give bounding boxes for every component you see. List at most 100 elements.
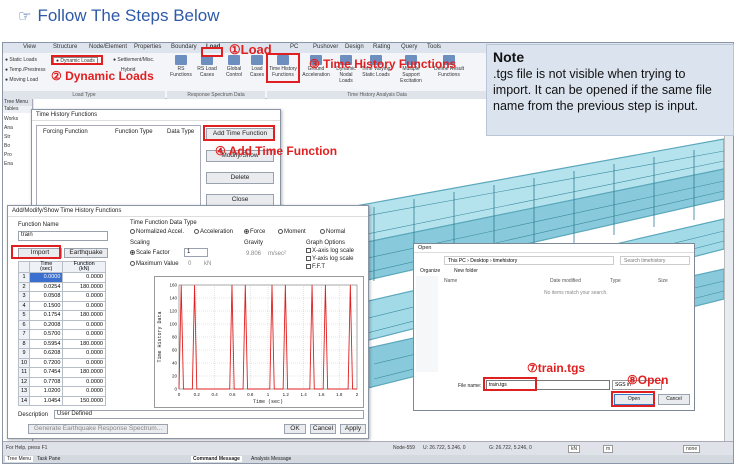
col-name[interactable]: Name: [444, 278, 457, 284]
rs-load-cases-button[interactable]: RS Load Cases: [195, 55, 219, 78]
col-size[interactable]: Size: [658, 278, 668, 284]
function-cell[interactable]: 0.0000: [62, 329, 106, 340]
table-row[interactable]: 2 0.0254 180.0000: [17, 281, 106, 292]
address-bar[interactable]: This PC › Desktop › timehistory: [444, 256, 614, 265]
ylog-checkbox[interactable]: Y-axis log scale: [306, 256, 353, 262]
tree-item[interactable]: Bo: [4, 142, 31, 151]
tables-tab[interactable]: Tables: [3, 106, 32, 113]
table-row[interactable]: 10 0.7200 0.0000: [17, 357, 106, 368]
menu-node-element[interactable]: Node/Element: [89, 44, 127, 50]
function-cell[interactable]: 0.0000: [62, 272, 106, 283]
table-row[interactable]: 12 0.7708 0.0000: [17, 376, 106, 387]
max-value-input[interactable]: 0: [188, 261, 191, 267]
menu-query[interactable]: Query: [401, 44, 417, 50]
tree-menu-tab[interactable]: Tree Menu: [3, 99, 32, 106]
menu-properties[interactable]: Properties: [134, 44, 161, 50]
nav-pane[interactable]: [416, 276, 438, 372]
function-cell[interactable]: 180.0000: [62, 367, 106, 378]
time-cell[interactable]: 0.7200: [29, 357, 64, 368]
unit-select[interactable]: kN: [568, 445, 581, 453]
function-cell[interactable]: 150.0000: [62, 395, 106, 406]
thf-list[interactable]: Forcing Function Function Type Data Type: [36, 125, 201, 215]
function-cell[interactable]: 180.0000: [62, 310, 106, 321]
menu-design[interactable]: Design: [345, 44, 364, 50]
menu-tools[interactable]: Tools: [427, 44, 441, 50]
time-cell[interactable]: 0.5954: [29, 338, 64, 349]
path-part[interactable]: timehistory: [493, 258, 517, 264]
time-cell[interactable]: 0.6208: [29, 348, 64, 359]
time-cell[interactable]: 0.5700: [29, 329, 64, 340]
table-row[interactable]: 6 0.2008 0.0000: [17, 319, 106, 330]
tree-item[interactable]: Works: [4, 115, 31, 124]
tree-item[interactable]: Ana: [4, 124, 31, 133]
time-cell[interactable]: 0.1754: [29, 310, 64, 321]
cancel-button[interactable]: Cancel: [310, 424, 336, 434]
function-name-input[interactable]: train: [18, 231, 108, 241]
menu-view[interactable]: View: [23, 44, 36, 50]
time-cell[interactable]: 1.0200: [29, 386, 64, 397]
function-cell[interactable]: 180.0000: [62, 338, 106, 349]
function-cell[interactable]: 0.0000: [62, 319, 106, 330]
unit2-select[interactable]: m: [603, 445, 614, 453]
function-cell[interactable]: 180.0000: [62, 281, 106, 292]
menu-pc[interactable]: PC: [290, 44, 298, 50]
scale-factor-input[interactable]: 1: [184, 248, 208, 257]
function-cell[interactable]: 0.0000: [62, 300, 106, 311]
function-cell[interactable]: 0.0000: [62, 376, 106, 387]
time-cell[interactable]: 1.0454: [29, 395, 64, 406]
menu-structure[interactable]: Structure: [53, 44, 77, 50]
radio-moment[interactable]: Moment: [278, 229, 306, 235]
col-type[interactable]: Type: [610, 278, 621, 284]
scale-factor-radio[interactable]: Scale Factor: [130, 250, 170, 256]
table-row[interactable]: 8 0.5954 180.0000: [17, 338, 106, 349]
table-row[interactable]: 7 0.5700 0.0000: [17, 329, 106, 340]
radio-force[interactable]: Force: [244, 229, 265, 235]
time-cell[interactable]: 0.0000: [29, 272, 64, 283]
tab-tree-menu[interactable]: Tree Menu: [5, 456, 33, 462]
settlement-item[interactable]: ● Settlement/Misc.: [113, 57, 154, 63]
open-cancel-button[interactable]: Cancel: [658, 394, 690, 405]
global-control-button[interactable]: Global Control: [222, 55, 246, 78]
rs-functions-button[interactable]: RS Functions: [169, 55, 193, 78]
tree-item[interactable]: Ena: [4, 160, 31, 169]
tab-command-message[interactable]: Command Message: [191, 456, 242, 462]
time-cell[interactable]: 0.1500: [29, 300, 64, 311]
menu-boundary[interactable]: Boundary: [171, 44, 197, 50]
delete-button[interactable]: Delete: [206, 172, 274, 184]
table-row[interactable]: 4 0.1500 0.0000: [17, 300, 106, 311]
table-row[interactable]: 13 1.0200 0.0000: [17, 386, 106, 397]
function-cell[interactable]: 0.0000: [62, 348, 106, 359]
max-value-radio[interactable]: Maximum Value: [130, 261, 179, 267]
table-row[interactable]: 3 0.0508 0.0000: [17, 291, 106, 302]
table-row[interactable]: 11 0.7454 180.0000: [17, 367, 106, 378]
radio-acceleration[interactable]: Acceleration: [194, 229, 233, 235]
search-input[interactable]: Search timehistory: [620, 256, 690, 265]
time-cell[interactable]: 0.7708: [29, 376, 64, 387]
radio-normal[interactable]: Normal: [320, 229, 345, 235]
static-loads-item[interactable]: ● Static Loads: [5, 57, 37, 63]
time-cell[interactable]: 0.2008: [29, 319, 64, 330]
fft-checkbox[interactable]: F.F.T: [306, 264, 325, 270]
menu-rating[interactable]: Rating: [373, 44, 390, 50]
radio-normalized-accel[interactable]: Normalized Accel.: [130, 229, 184, 235]
tree-item[interactable]: Pro: [4, 151, 31, 160]
load-cases-button[interactable]: Load Cases: [248, 55, 266, 78]
path-part[interactable]: This PC: [448, 258, 466, 264]
moving-load-item[interactable]: ● Moving Load: [5, 77, 38, 83]
description-input[interactable]: User Defined: [54, 410, 364, 419]
function-cell[interactable]: 0.0000: [62, 291, 106, 302]
time-cell[interactable]: 0.7454: [29, 367, 64, 378]
table-row[interactable]: 1 0.0000 0.0000: [17, 272, 106, 283]
temp-prestress-item[interactable]: ● Temp./Prestress: [5, 67, 45, 73]
table-row[interactable]: 5 0.1754 180.0000: [17, 310, 106, 321]
function-cell[interactable]: 0.0000: [62, 357, 106, 368]
menu-pushover[interactable]: Pushover: [313, 44, 338, 50]
generate-earthquake-button[interactable]: Generate Earthquake Response Spectrum...: [28, 424, 168, 434]
table-row[interactable]: 14 1.0454 150.0000: [17, 395, 106, 406]
xlog-checkbox[interactable]: X-axis log scale: [306, 248, 354, 254]
tree-item[interactable]: Str: [4, 133, 31, 142]
earthquake-button[interactable]: Earthquake: [64, 248, 108, 258]
ok-button[interactable]: OK: [284, 424, 306, 434]
apply-button[interactable]: Apply: [340, 424, 366, 434]
path-part[interactable]: Desktop: [470, 258, 488, 264]
